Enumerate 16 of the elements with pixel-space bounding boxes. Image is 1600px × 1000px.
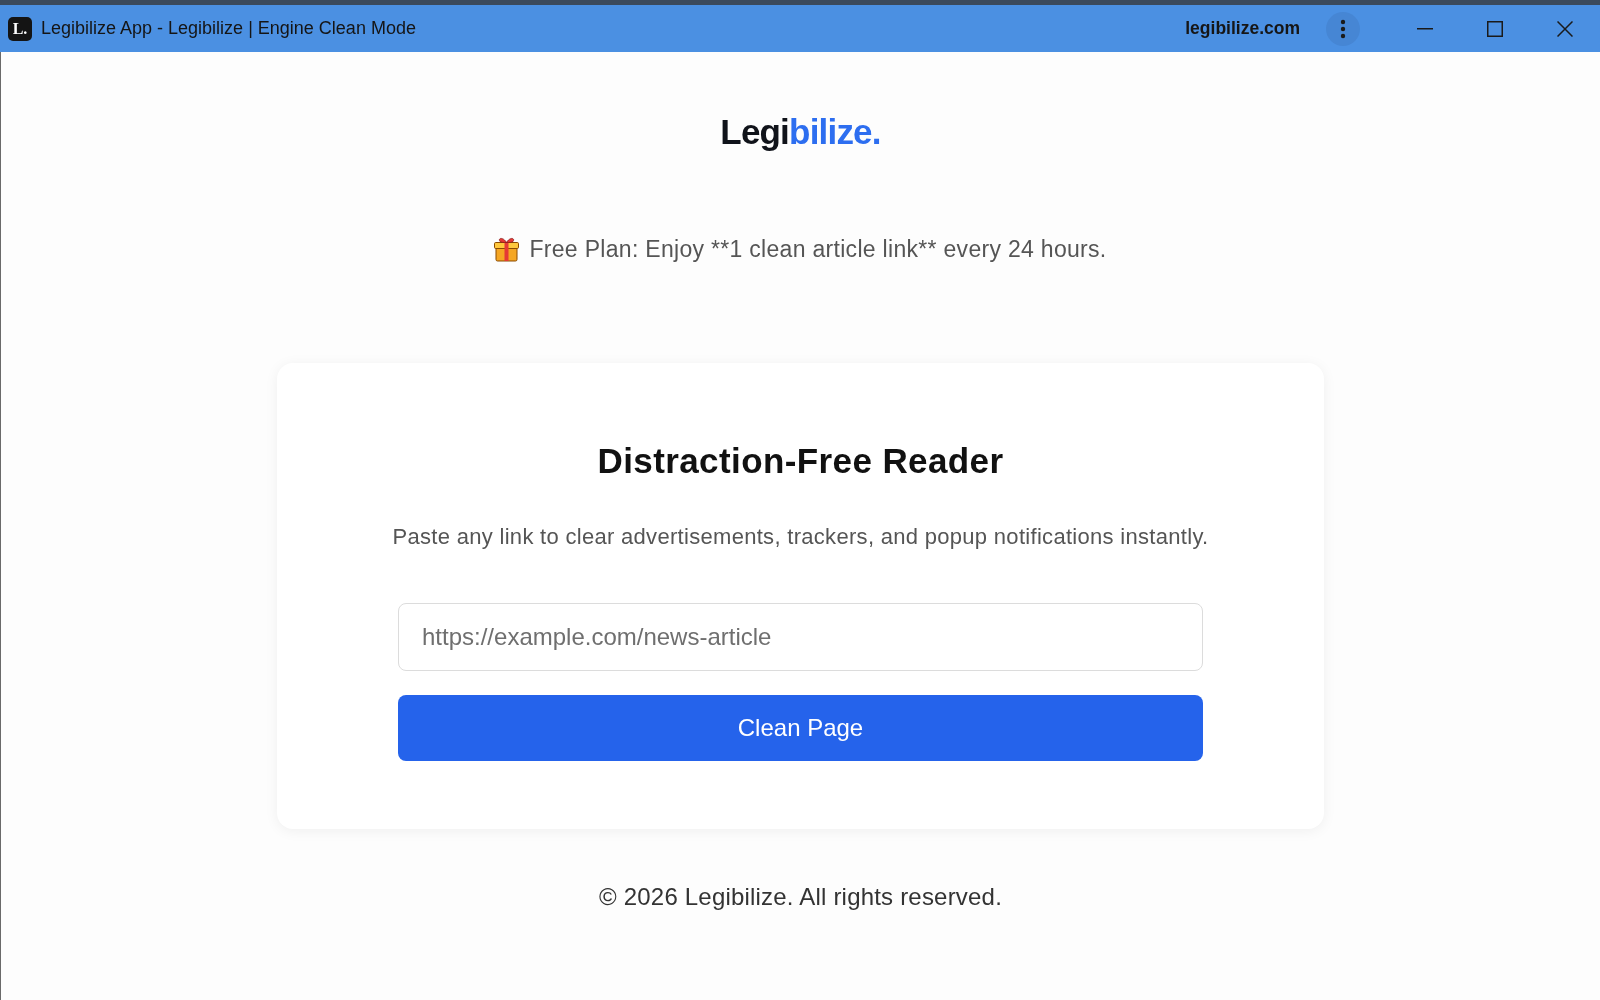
logo-text: Legibilize. [720,112,881,152]
menu-button[interactable] [1326,11,1360,46]
menu-icon [1340,18,1346,39]
copyright-text: © 2026 Legibilize. All rights reserved. [599,882,1002,912]
app-icon: L. [8,16,32,41]
free-plan-notice: Free Plan: Enjoy **1 clean article link** every 24 hours. [529,235,1107,263]
clean-page-button[interactable]: Clean Page [398,695,1203,761]
window-title: Legibilize App - Legibilize | Engine Clean Mode [41,18,416,39]
close-icon [1557,20,1573,37]
card-description: Paste any link to clear advertisements, trackers, and popup notifications instantly. [392,523,1209,551]
url-input-field[interactable]: https://example.com/news-article [398,603,1203,671]
card-title: Distraction-Free Reader [597,441,1004,481]
gift-icon [494,236,520,262]
maximize-icon [1487,20,1503,37]
minimize-icon [1417,27,1433,30]
domain-label: legibilize.com [1185,18,1300,39]
